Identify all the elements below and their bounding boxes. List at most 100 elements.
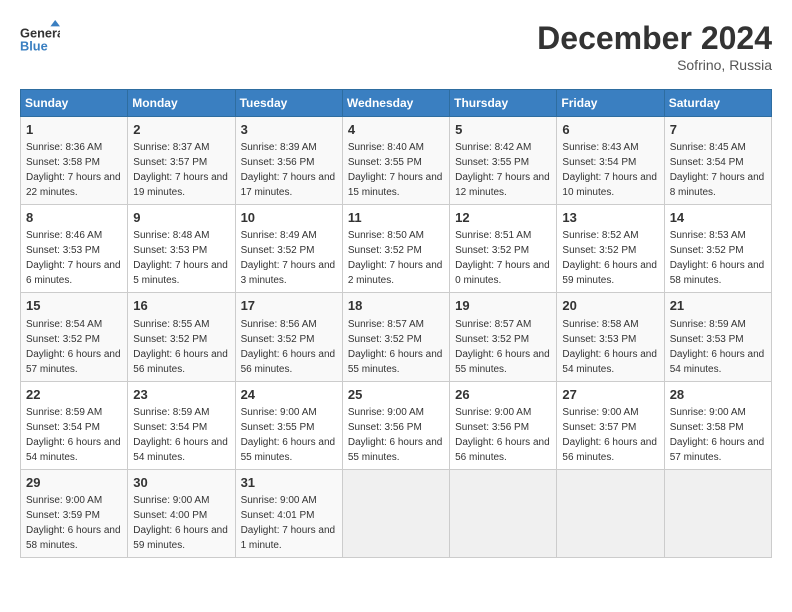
day-daylight: Daylight: 6 hours and 54 minutes. bbox=[562, 349, 657, 375]
day-daylight: Daylight: 7 hours and 17 minutes. bbox=[241, 172, 336, 198]
day-sunset: Sunset: 3:52 PM bbox=[348, 334, 422, 345]
calendar-day-cell: 19 Sunrise: 8:57 AM Sunset: 3:52 PM Dayl… bbox=[450, 293, 557, 381]
day-number: 25 bbox=[348, 386, 444, 404]
day-number: 19 bbox=[455, 297, 551, 315]
day-number: 29 bbox=[26, 474, 122, 492]
calendar-day-cell: 1 Sunrise: 8:36 AM Sunset: 3:58 PM Dayli… bbox=[21, 117, 128, 205]
day-sunset: Sunset: 3:57 PM bbox=[133, 157, 207, 168]
calendar-day-cell: 24 Sunrise: 9:00 AM Sunset: 3:55 PM Dayl… bbox=[235, 381, 342, 469]
day-sunset: Sunset: 3:56 PM bbox=[241, 157, 315, 168]
day-sunset: Sunset: 3:55 PM bbox=[348, 157, 422, 168]
day-number: 22 bbox=[26, 386, 122, 404]
day-number: 23 bbox=[133, 386, 229, 404]
day-daylight: Daylight: 6 hours and 56 minutes. bbox=[133, 349, 228, 375]
day-sunset: Sunset: 4:01 PM bbox=[241, 510, 315, 521]
day-sunset: Sunset: 3:53 PM bbox=[133, 245, 207, 256]
day-sunset: Sunset: 3:54 PM bbox=[133, 422, 207, 433]
calendar-day-cell: 26 Sunrise: 9:00 AM Sunset: 3:56 PM Dayl… bbox=[450, 381, 557, 469]
day-daylight: Daylight: 6 hours and 56 minutes. bbox=[562, 437, 657, 463]
day-number: 9 bbox=[133, 209, 229, 227]
day-sunset: Sunset: 3:53 PM bbox=[670, 334, 744, 345]
day-sunset: Sunset: 3:59 PM bbox=[26, 510, 100, 521]
day-number: 26 bbox=[455, 386, 551, 404]
logo: General Blue bbox=[20, 20, 60, 60]
calendar-day-cell: 20 Sunrise: 8:58 AM Sunset: 3:53 PM Dayl… bbox=[557, 293, 664, 381]
day-number: 10 bbox=[241, 209, 337, 227]
day-sunrise: Sunrise: 8:39 AM bbox=[241, 142, 317, 153]
calendar-day-cell: 23 Sunrise: 8:59 AM Sunset: 3:54 PM Dayl… bbox=[128, 381, 235, 469]
day-sunrise: Sunrise: 8:37 AM bbox=[133, 142, 209, 153]
day-daylight: Daylight: 6 hours and 59 minutes. bbox=[562, 260, 657, 286]
day-daylight: Daylight: 7 hours and 3 minutes. bbox=[241, 260, 336, 286]
calendar-day-cell: 21 Sunrise: 8:59 AM Sunset: 3:53 PM Dayl… bbox=[664, 293, 771, 381]
calendar-day-cell: 8 Sunrise: 8:46 AM Sunset: 3:53 PM Dayli… bbox=[21, 205, 128, 293]
weekday-header-cell: Saturday bbox=[664, 90, 771, 117]
day-daylight: Daylight: 7 hours and 0 minutes. bbox=[455, 260, 550, 286]
calendar-day-cell: 25 Sunrise: 9:00 AM Sunset: 3:56 PM Dayl… bbox=[342, 381, 449, 469]
day-daylight: Daylight: 7 hours and 12 minutes. bbox=[455, 172, 550, 198]
calendar-day-cell: 22 Sunrise: 8:59 AM Sunset: 3:54 PM Dayl… bbox=[21, 381, 128, 469]
weekday-header-cell: Monday bbox=[128, 90, 235, 117]
calendar-day-cell: 18 Sunrise: 8:57 AM Sunset: 3:52 PM Dayl… bbox=[342, 293, 449, 381]
day-sunset: Sunset: 3:52 PM bbox=[455, 334, 529, 345]
day-sunrise: Sunrise: 8:52 AM bbox=[562, 230, 638, 241]
day-number: 14 bbox=[670, 209, 766, 227]
day-daylight: Daylight: 6 hours and 54 minutes. bbox=[133, 437, 228, 463]
day-number: 27 bbox=[562, 386, 658, 404]
day-sunset: Sunset: 3:53 PM bbox=[26, 245, 100, 256]
day-number: 20 bbox=[562, 297, 658, 315]
day-number: 7 bbox=[670, 121, 766, 139]
svg-text:Blue: Blue bbox=[20, 38, 48, 53]
day-number: 17 bbox=[241, 297, 337, 315]
day-daylight: Daylight: 6 hours and 59 minutes. bbox=[133, 525, 228, 551]
day-sunset: Sunset: 3:55 PM bbox=[455, 157, 529, 168]
day-sunrise: Sunrise: 8:55 AM bbox=[133, 319, 209, 330]
day-number: 8 bbox=[26, 209, 122, 227]
calendar-week-row: 22 Sunrise: 8:59 AM Sunset: 3:54 PM Dayl… bbox=[21, 381, 772, 469]
day-daylight: Daylight: 6 hours and 57 minutes. bbox=[26, 349, 121, 375]
calendar-week-row: 8 Sunrise: 8:46 AM Sunset: 3:53 PM Dayli… bbox=[21, 205, 772, 293]
day-daylight: Daylight: 6 hours and 58 minutes. bbox=[26, 525, 121, 551]
day-sunrise: Sunrise: 8:36 AM bbox=[26, 142, 102, 153]
day-sunrise: Sunrise: 8:54 AM bbox=[26, 319, 102, 330]
day-sunrise: Sunrise: 8:59 AM bbox=[133, 407, 209, 418]
day-daylight: Daylight: 7 hours and 22 minutes. bbox=[26, 172, 121, 198]
day-number: 1 bbox=[26, 121, 122, 139]
day-daylight: Daylight: 7 hours and 2 minutes. bbox=[348, 260, 443, 286]
day-sunset: Sunset: 3:52 PM bbox=[241, 245, 315, 256]
calendar-day-cell: 29 Sunrise: 9:00 AM Sunset: 3:59 PM Dayl… bbox=[21, 469, 128, 557]
day-sunset: Sunset: 3:52 PM bbox=[455, 245, 529, 256]
day-sunrise: Sunrise: 8:45 AM bbox=[670, 142, 746, 153]
day-sunrise: Sunrise: 9:00 AM bbox=[348, 407, 424, 418]
calendar-day-cell: 12 Sunrise: 8:51 AM Sunset: 3:52 PM Dayl… bbox=[450, 205, 557, 293]
day-daylight: Daylight: 6 hours and 54 minutes. bbox=[670, 349, 765, 375]
calendar-day-cell: 28 Sunrise: 9:00 AM Sunset: 3:58 PM Dayl… bbox=[664, 381, 771, 469]
day-sunset: Sunset: 3:55 PM bbox=[241, 422, 315, 433]
day-sunrise: Sunrise: 8:46 AM bbox=[26, 230, 102, 241]
calendar-day-cell: 14 Sunrise: 8:53 AM Sunset: 3:52 PM Dayl… bbox=[664, 205, 771, 293]
day-sunset: Sunset: 3:54 PM bbox=[670, 157, 744, 168]
day-daylight: Daylight: 6 hours and 57 minutes. bbox=[670, 437, 765, 463]
day-sunrise: Sunrise: 9:00 AM bbox=[133, 495, 209, 506]
day-number: 21 bbox=[670, 297, 766, 315]
calendar-day-cell: 3 Sunrise: 8:39 AM Sunset: 3:56 PM Dayli… bbox=[235, 117, 342, 205]
calendar-day-cell: 31 Sunrise: 9:00 AM Sunset: 4:01 PM Dayl… bbox=[235, 469, 342, 557]
day-number: 2 bbox=[133, 121, 229, 139]
weekday-header-row: SundayMondayTuesdayWednesdayThursdayFrid… bbox=[21, 90, 772, 117]
day-sunrise: Sunrise: 8:42 AM bbox=[455, 142, 531, 153]
day-sunset: Sunset: 3:54 PM bbox=[562, 157, 636, 168]
day-number: 13 bbox=[562, 209, 658, 227]
day-number: 24 bbox=[241, 386, 337, 404]
day-number: 31 bbox=[241, 474, 337, 492]
day-sunset: Sunset: 3:53 PM bbox=[562, 334, 636, 345]
day-sunrise: Sunrise: 8:53 AM bbox=[670, 230, 746, 241]
day-sunrise: Sunrise: 8:48 AM bbox=[133, 230, 209, 241]
day-sunrise: Sunrise: 8:58 AM bbox=[562, 319, 638, 330]
calendar-week-row: 15 Sunrise: 8:54 AM Sunset: 3:52 PM Dayl… bbox=[21, 293, 772, 381]
day-number: 11 bbox=[348, 209, 444, 227]
day-sunset: Sunset: 3:52 PM bbox=[670, 245, 744, 256]
day-sunrise: Sunrise: 9:00 AM bbox=[562, 407, 638, 418]
day-daylight: Daylight: 6 hours and 55 minutes. bbox=[348, 349, 443, 375]
day-daylight: Daylight: 6 hours and 56 minutes. bbox=[241, 349, 336, 375]
calendar-week-row: 29 Sunrise: 9:00 AM Sunset: 3:59 PM Dayl… bbox=[21, 469, 772, 557]
